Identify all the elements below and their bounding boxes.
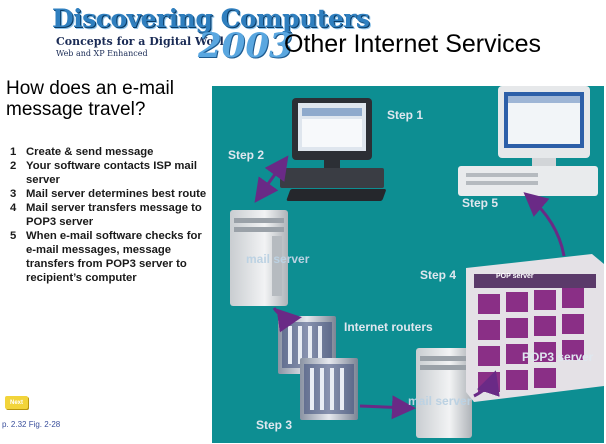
step-item: 2 Your software contacts ISP mail server (10, 159, 210, 187)
step-number: 5 (10, 230, 17, 242)
pop3-server-icon (466, 254, 604, 402)
step-5-label: Step 5 (462, 196, 499, 210)
step-text: Mail server transfers message to POP3 se… (26, 202, 202, 228)
step-text: Mail server determines best route (26, 188, 207, 200)
recipient-computer-icon (458, 86, 598, 196)
sender-computer-icon (280, 98, 386, 201)
steps-list: 1 Create & send message 2 Your software co… (10, 145, 210, 285)
step-number: 4 (10, 202, 17, 214)
discovering-computers-logo: Discovering Computers Concepts for a Dig… (52, 4, 370, 74)
step-text: Your software contacts ISP mail server (26, 160, 197, 186)
mail-server-label: mail server (246, 252, 310, 266)
question-heading: How does an e-mail message travel? (6, 78, 174, 120)
step-number: 3 (10, 188, 17, 200)
step-1-label: Step 1 (387, 108, 424, 122)
step-2-label: Step 2 (228, 148, 265, 162)
step-number: 1 (10, 146, 17, 158)
slide-title: Other Internet Services (284, 30, 542, 58)
internet-router-icon (300, 358, 358, 420)
logo-year: 2003 (198, 26, 293, 66)
pop3-server-label: POP3 server (522, 350, 594, 364)
step-3-label: Step 3 (256, 418, 293, 432)
email-flow-diagram: Step 1 Step 2 Step 5 mail server Step 4 … (212, 86, 604, 443)
step-text: When e-mail software checks for e-mail m… (26, 230, 202, 284)
step-item: 3 Mail server determines best route (10, 187, 210, 201)
step-item: 5 When e-mail software checks for e-mail … (10, 229, 210, 285)
pop-box-label: POP server (496, 273, 534, 280)
step-number: 2 (10, 160, 17, 172)
step-4-label: Step 4 (420, 268, 457, 282)
figure-reference: p. 2.32 Fig. 2-28 (2, 420, 61, 429)
step-item: 1 Create & send message (10, 145, 210, 159)
mail-server-label: mail server (408, 394, 472, 408)
step-text: Create & send message (26, 146, 154, 158)
next-button[interactable]: Next (5, 396, 28, 409)
mail-server-tower-icon (416, 348, 472, 438)
step-item: 4 Mail server transfers message to POP3 s… (10, 201, 210, 229)
internet-routers-label: Internet routers (344, 320, 433, 334)
slide: Discovering Computers Concepts for a Dig… (0, 0, 606, 444)
logo-edition: Web and XP Enhanced (56, 49, 148, 58)
